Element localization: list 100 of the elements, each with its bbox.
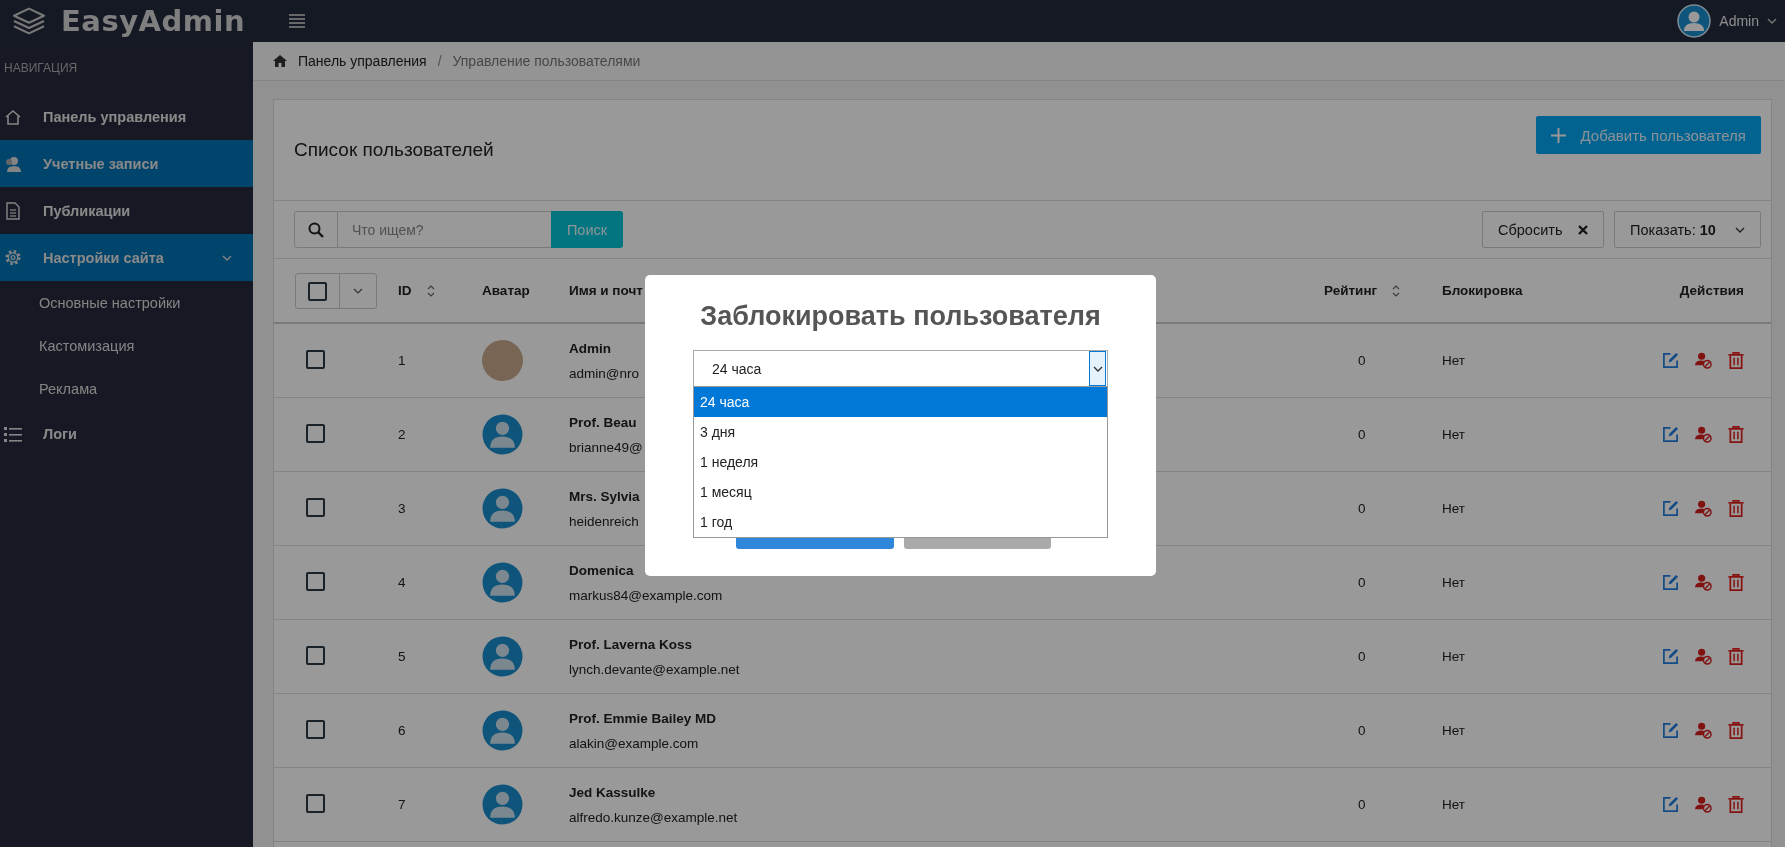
sidebar-item[interactable]: Логи [0, 410, 253, 457]
breadcrumb-link[interactable]: Панель управления [298, 53, 427, 69]
edit-icon[interactable] [1662, 574, 1679, 591]
row-checkbox[interactable] [306, 571, 325, 591]
id-cell: 7 [398, 797, 406, 812]
chevron-icon[interactable] [222, 254, 232, 261]
rating-cell-text: 0 [1357, 723, 1366, 738]
row-checkbox[interactable] [306, 645, 325, 665]
user-email-text: brianne49@ [569, 439, 643, 455]
trash-icon[interactable] [1728, 574, 1744, 591]
blocked-cell: Нет [1442, 797, 1465, 812]
edit-icon[interactable] [1662, 500, 1679, 517]
dialog-title: Заблокировать пользователя [699, 301, 1102, 332]
edit-icon[interactable] [1662, 426, 1679, 443]
row-checkbox[interactable] [306, 793, 325, 813]
block-user-icon[interactable] [1695, 722, 1712, 739]
user-name-text: Prof. Laverna Koss [569, 636, 693, 652]
sidebar-item[interactable]: Панель управления [0, 93, 253, 140]
row-checkbox[interactable] [306, 349, 325, 369]
id-cell: 4 [398, 575, 406, 590]
list-icon [4, 425, 22, 442]
blocked-cell: Нет [1442, 501, 1465, 516]
id-cell: 5 [398, 649, 406, 664]
row-checkbox[interactable] [306, 497, 325, 517]
reset-button[interactable]: Сбросить [1482, 211, 1604, 248]
dropdown-option[interactable]: 3 дня [694, 417, 1107, 447]
user-email-text: admin@nro [569, 365, 639, 381]
block-user-icon[interactable] [1695, 426, 1712, 443]
sidebar-item[interactable]: Учетные записи [0, 140, 253, 187]
row-checkbox[interactable] [306, 719, 325, 739]
dropdown-option[interactable]: 1 год [694, 507, 1107, 537]
search-field[interactable]: Что ищем? [338, 211, 551, 248]
column-header[interactable]: ID [398, 283, 412, 298]
default-avatar-icon [482, 710, 523, 751]
trash-icon[interactable] [1728, 796, 1744, 813]
trash-icon[interactable] [1728, 352, 1744, 369]
block-user-icon[interactable] [1695, 648, 1712, 665]
user-name-text: Domenica [569, 562, 634, 578]
user-email-text: lynch.devante@example.net [569, 661, 740, 677]
user-name-text: Mrs. Sylvia [569, 488, 640, 504]
avatar-photo-placeholder [482, 340, 523, 381]
trash-icon[interactable] [1728, 500, 1744, 517]
id-cell: 1 [398, 353, 406, 368]
id-cell: 3 [398, 501, 406, 516]
rating-cell-text: 0 [1357, 649, 1366, 664]
trash-icon[interactable] [1728, 722, 1744, 739]
trash-icon[interactable] [1728, 648, 1744, 665]
page-size-dropdown[interactable]: Показать: 10 [1614, 211, 1761, 248]
dropdown-option[interactable]: 1 неделя [694, 447, 1107, 477]
rating-cell-text: 0 [1357, 797, 1366, 812]
id-cell: 6 [398, 723, 406, 738]
sidebar-subitem[interactable]: Кастомизация [0, 324, 253, 367]
sidebar-item[interactable]: Настройки сайта [0, 234, 253, 281]
home-icon[interactable] [273, 55, 287, 67]
bulk-select-control[interactable] [295, 272, 377, 309]
edit-icon[interactable] [1662, 722, 1679, 739]
user-name-text: Prof. Emmie Bailey MD [569, 710, 717, 726]
user-avatar-icon[interactable] [1677, 4, 1712, 38]
default-avatar-icon [482, 488, 523, 529]
block-user-icon[interactable] [1695, 352, 1712, 369]
select-all-checkbox[interactable] [308, 281, 327, 301]
row-checkbox[interactable] [306, 423, 325, 443]
edit-icon[interactable] [1662, 796, 1679, 813]
caret-icon[interactable] [1767, 18, 1777, 24]
user-email-text: alakin@example.com [569, 735, 699, 751]
edit-icon[interactable] [1662, 352, 1679, 369]
column-header[interactable]: Рейтинг [1324, 283, 1378, 298]
menu-icon[interactable] [289, 14, 305, 28]
chevron-down-icon[interactable] [1092, 365, 1103, 372]
sidebar-subitem[interactable]: Реклама [0, 367, 253, 410]
block-user-icon[interactable] [1695, 796, 1712, 813]
sort-icon[interactable] [1392, 283, 1401, 298]
breadcrumb-separator: / [437, 53, 442, 69]
edit-icon[interactable] [1662, 648, 1679, 665]
sort-icon[interactable] [426, 283, 435, 298]
trash-icon[interactable] [1728, 426, 1744, 443]
blocked-cell: Нет [1442, 353, 1465, 368]
rating-cell-text: 0 [1357, 575, 1366, 590]
sidebar-subitem[interactable]: Основные настройки [0, 281, 253, 324]
blocked-cell: Нет [1442, 427, 1465, 442]
default-avatar-icon [482, 562, 523, 603]
card-title: Список пользователей [294, 139, 494, 161]
search-icon [308, 221, 324, 238]
users-icon [4, 155, 22, 172]
blocked-cell: Нет [1442, 649, 1465, 664]
home-icon [4, 108, 22, 125]
column-header: Блокировка [1442, 283, 1523, 298]
user-name[interactable]: Admin [1719, 13, 1759, 29]
default-avatar-icon [482, 784, 523, 825]
dropdown-option[interactable]: 1 месяц [694, 477, 1107, 507]
document-icon [4, 201, 22, 220]
column-header: Имя и почт [569, 283, 643, 298]
layers-icon [11, 6, 47, 36]
sidebar-item[interactable]: Публикации [0, 187, 253, 234]
plus-icon [1550, 127, 1566, 143]
chevron-down-icon[interactable] [353, 287, 363, 294]
block-user-icon[interactable] [1695, 574, 1712, 591]
dropdown-option[interactable]: 24 часа [694, 387, 1107, 417]
block-user-icon[interactable] [1695, 500, 1712, 517]
column-header: Аватар [482, 283, 530, 298]
